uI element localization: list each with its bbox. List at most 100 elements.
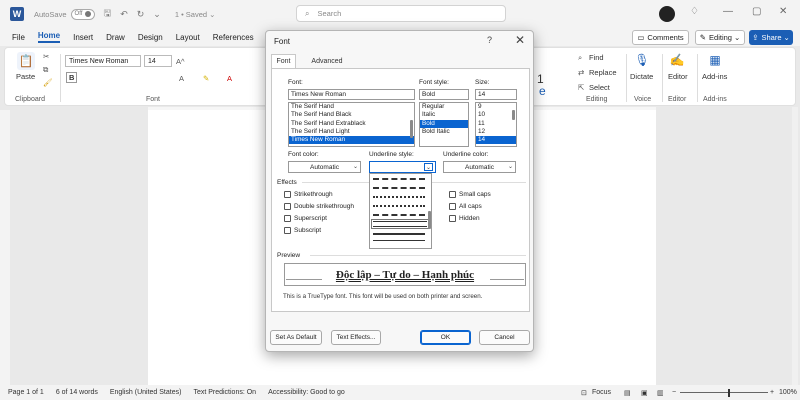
page-count[interactable]: Page 1 of 1	[8, 389, 44, 396]
paste-label[interactable]: Paste	[16, 72, 35, 81]
select-button[interactable]: Select	[589, 83, 610, 92]
zoom-level[interactable]: 100%	[779, 389, 797, 396]
zoom-out-icon[interactable]: −	[672, 389, 676, 396]
font-name-list[interactable]: The Serif Hand The Serif Hand Black The …	[288, 102, 415, 147]
font-color-combo[interactable]: Automatic ⌄	[288, 161, 361, 173]
underline-option-dot-dot-dash[interactable]	[373, 205, 425, 207]
underline-option-thick[interactable]	[373, 233, 425, 235]
addins-button[interactable]: Add-ins	[702, 72, 727, 81]
maximize-icon[interactable]: ▢	[752, 6, 761, 17]
checkbox[interactable]	[284, 215, 291, 222]
font-style-list[interactable]: Regular Italic Bold Bold Italic	[419, 102, 469, 147]
redo-icon[interactable]: ↻	[137, 9, 145, 20]
underline-option-dash-heavy[interactable]	[373, 214, 425, 216]
print-layout-icon[interactable]: ▣	[641, 389, 648, 397]
menu-insert[interactable]: Insert	[73, 33, 93, 42]
dictate-button[interactable]: Dictate	[630, 72, 653, 81]
menu-file[interactable]: File	[12, 33, 25, 42]
text-predictions-status[interactable]: Text Predictions: On	[193, 389, 256, 396]
bold-button[interactable]: B	[66, 72, 78, 83]
superscript-checkbox[interactable]: Superscript	[284, 215, 327, 222]
checkbox[interactable]	[284, 227, 291, 234]
list-item-selected[interactable]: Times New Roman	[289, 136, 414, 145]
save-icon[interactable]: 🖫	[104, 6, 112, 22]
all-caps-checkbox[interactable]: All caps	[449, 203, 482, 210]
editor-button[interactable]: Editor	[668, 72, 688, 81]
size-list-scrollbar[interactable]	[512, 110, 515, 120]
word-count[interactable]: 6 of 14 words	[56, 389, 98, 396]
double-strikethrough-checkbox[interactable]: Double strikethrough	[284, 203, 354, 210]
menu-draw[interactable]: Draw	[106, 33, 125, 42]
web-layout-icon[interactable]: ▥	[657, 389, 664, 397]
copy-icon[interactable]: ⧉	[43, 65, 48, 75]
microphone-icon[interactable]: 🎙	[633, 51, 651, 69]
avatar[interactable]	[659, 6, 675, 22]
highlight-icon[interactable]: ✎	[203, 74, 209, 83]
list-item[interactable]: The Serif Hand	[289, 103, 414, 111]
set-as-default-button[interactable]: Set As Default	[270, 330, 322, 345]
tab-font[interactable]: Font	[271, 54, 296, 68]
menu-references[interactable]: References	[213, 33, 254, 42]
grow-font-icon[interactable]: A^	[176, 57, 185, 66]
checkbox[interactable]	[449, 215, 456, 222]
read-mode-icon[interactable]: ▤	[624, 389, 631, 397]
share-button[interactable]: ⇪ Share ⌄	[749, 30, 793, 45]
find-button[interactable]: Find	[589, 53, 604, 62]
underline-option-dot-dash[interactable]	[373, 196, 425, 198]
zoom-slider-thumb[interactable]	[728, 389, 730, 397]
zoom-in-icon[interactable]: +	[770, 389, 774, 396]
accessibility-status[interactable]: Accessibility: Good to go	[268, 389, 345, 396]
search-box[interactable]: ⌕ Search	[296, 5, 506, 22]
close-window-icon[interactable]: ✕	[779, 6, 787, 17]
tab-advanced[interactable]: Advanced	[308, 54, 346, 68]
dropdown-scrollbar[interactable]	[428, 211, 431, 229]
list-item[interactable]: The Serif Hand Extrablack	[289, 120, 414, 128]
close-icon[interactable]: ✕	[515, 33, 525, 47]
list-item[interactable]: 9	[476, 103, 516, 111]
text-effects-button[interactable]: Text Effects...	[331, 330, 381, 345]
list-item[interactable]: 10	[476, 111, 516, 119]
vertical-scrollbar[interactable]	[792, 107, 798, 385]
font-list-scrollbar[interactable]	[410, 120, 413, 138]
underline-color-combo[interactable]: Automatic ⌄	[443, 161, 516, 173]
font-name-box[interactable]: Times New Roman	[65, 55, 141, 67]
minimize-icon[interactable]: —	[723, 6, 733, 17]
menu-layout[interactable]: Layout	[176, 33, 200, 42]
font-style-field[interactable]: Bold	[419, 89, 469, 100]
hidden-checkbox[interactable]: Hidden	[449, 215, 480, 222]
zoom-slider[interactable]	[680, 392, 768, 393]
autosave-toggle[interactable]: Off	[70, 8, 95, 20]
list-item[interactable]: Regular	[420, 103, 468, 111]
addins-icon[interactable]: ▦	[706, 51, 724, 69]
menu-design[interactable]: Design	[138, 33, 163, 42]
lightbulb-icon[interactable]: ♢	[690, 6, 699, 17]
list-item[interactable]: 12	[476, 128, 516, 136]
document-status[interactable]: 1 • Saved ⌄	[175, 10, 216, 19]
cancel-button[interactable]: Cancel	[479, 330, 530, 345]
checkbox[interactable]	[284, 203, 291, 210]
customize-toolbar-icon[interactable]: ⌄	[153, 9, 161, 20]
menu-home[interactable]: Home	[37, 31, 61, 43]
comments-button[interactable]: ▭ Comments	[632, 30, 689, 45]
font-size-field[interactable]: 14	[475, 89, 517, 100]
underline-option-double-selected[interactable]	[371, 219, 429, 229]
small-caps-checkbox[interactable]: Small caps	[449, 191, 491, 198]
font-name-field[interactable]: Times New Roman	[288, 89, 415, 100]
underline-style-dropdown[interactable]	[369, 173, 432, 249]
underline-option-long-dash[interactable]	[373, 187, 425, 189]
checkbox[interactable]	[284, 191, 291, 198]
list-item[interactable]: Bold Italic	[420, 128, 468, 136]
format-painter-icon[interactable]: 🖌	[43, 78, 53, 87]
list-item-selected[interactable]: 14	[476, 136, 516, 145]
font-size-list[interactable]: 9 10 11 12 14	[475, 102, 517, 147]
focus-button[interactable]: Focus	[592, 389, 611, 396]
checkbox[interactable]	[449, 203, 456, 210]
editor-icon[interactable]: ✍	[668, 51, 686, 69]
list-item[interactable]: 11	[476, 120, 516, 128]
paste-icon[interactable]: 📋	[17, 52, 35, 70]
underline-style-combo[interactable]: ⌄	[369, 161, 436, 173]
list-item[interactable]: The Serif Hand Light	[289, 128, 414, 136]
ok-button[interactable]: OK	[420, 330, 471, 345]
font-size-box[interactable]: 14	[144, 55, 172, 67]
list-item-selected[interactable]: Bold	[420, 119, 468, 128]
